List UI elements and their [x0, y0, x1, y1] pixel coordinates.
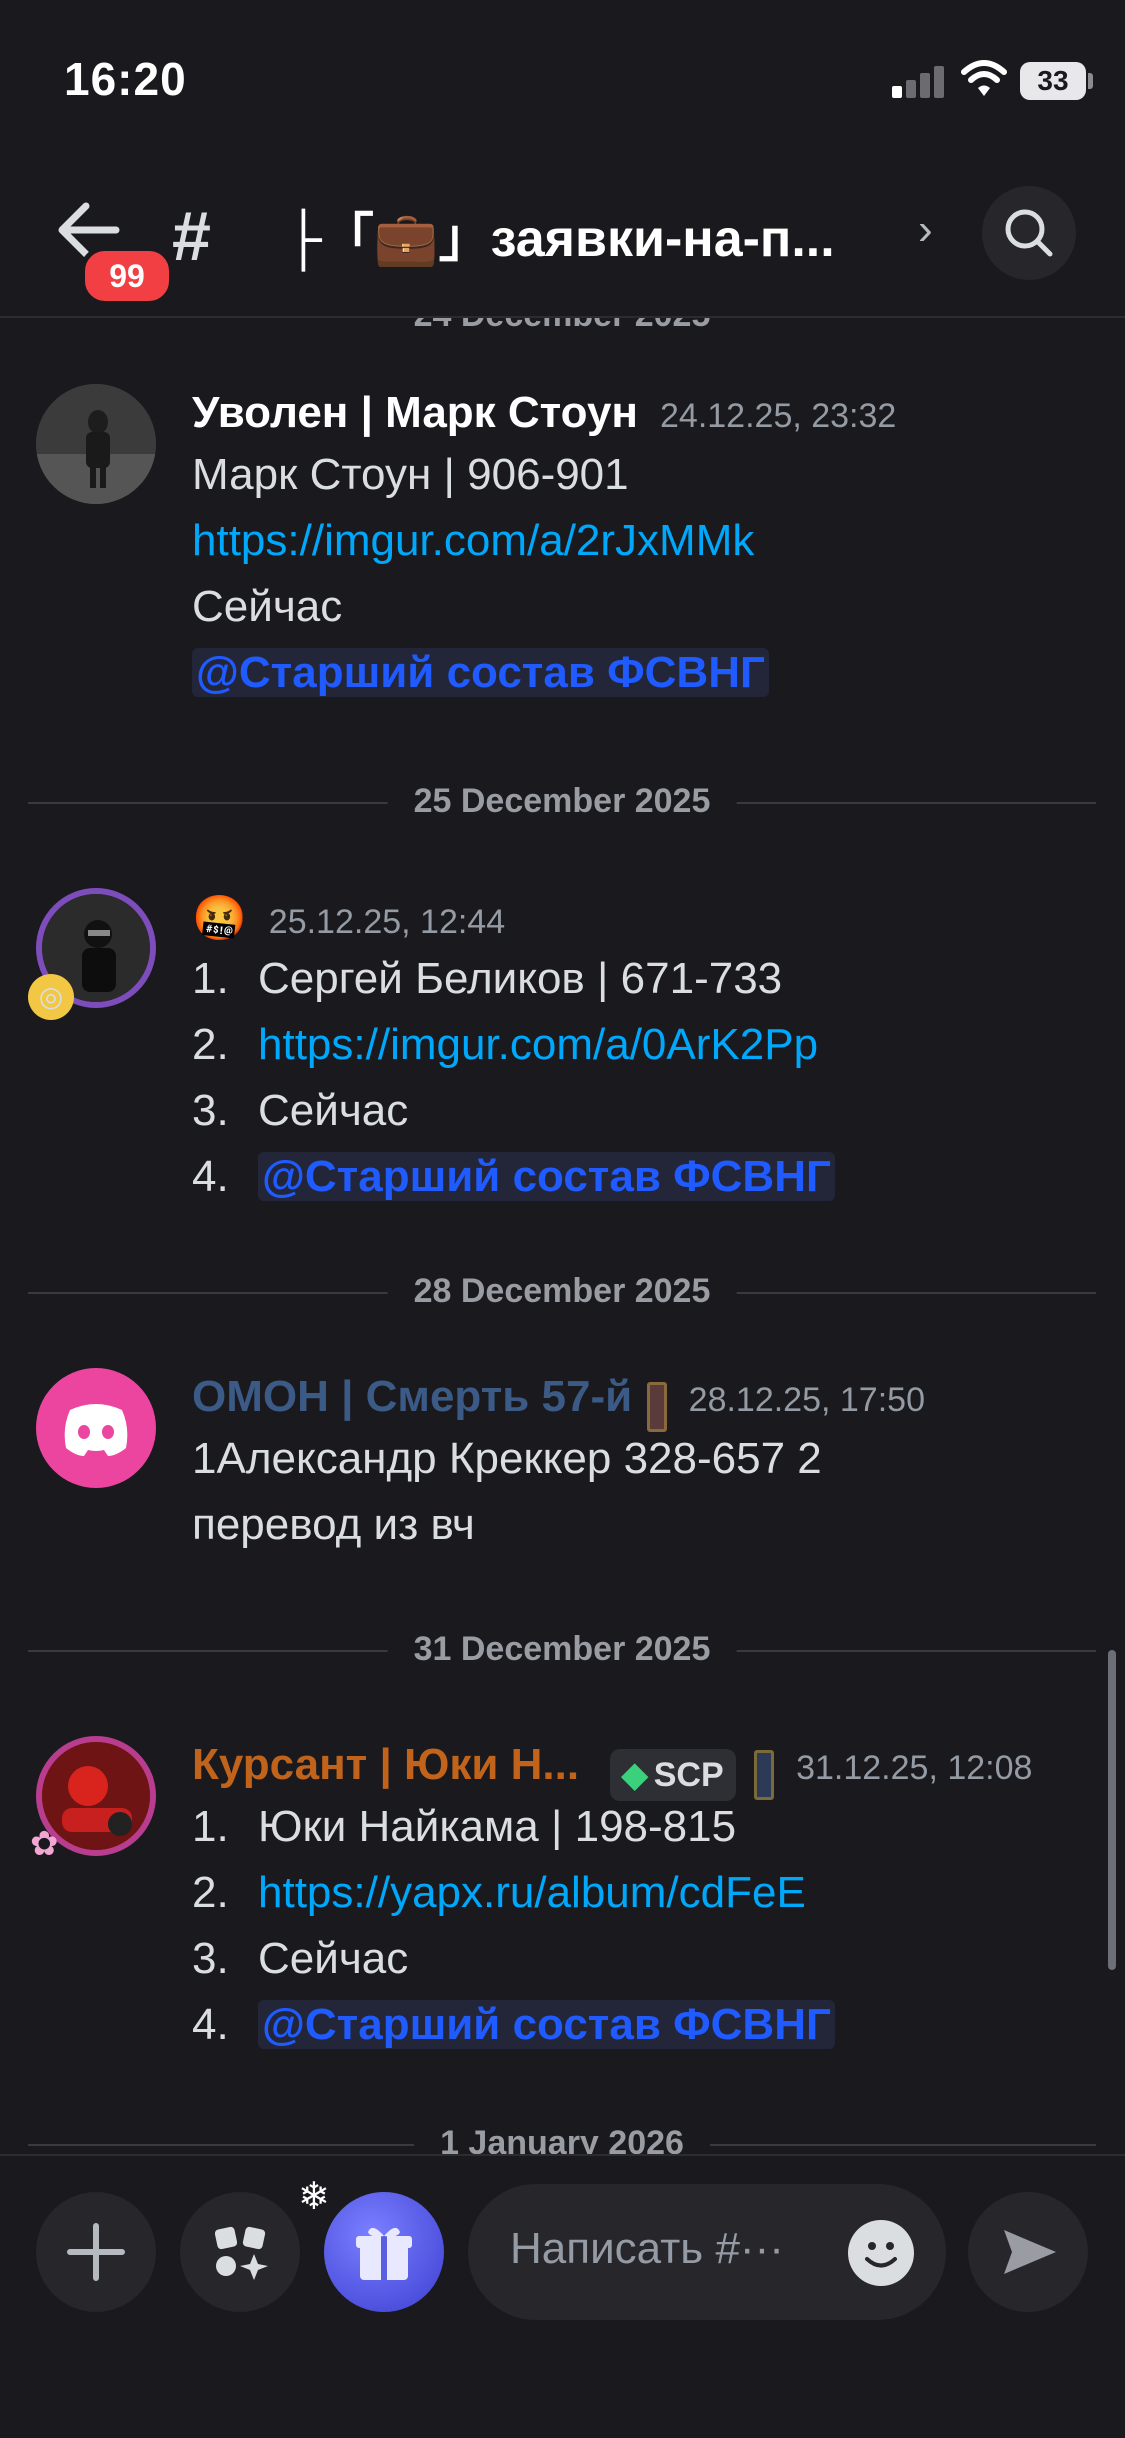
message-header: 🤬 25.12.25, 12:44 [192, 892, 505, 944]
message-mention-line: @Старший состав ФСВНГ [192, 648, 769, 698]
channel-title[interactable]: ├「💼」заявки-на-п... [285, 196, 835, 271]
gift-icon [356, 2227, 412, 2280]
role-mention[interactable]: @Старший состав ФСВНГ [192, 648, 769, 697]
role-mention[interactable]: @Старший состав ФСВНГ [258, 1152, 835, 1201]
signal-icon [892, 64, 948, 98]
rank-icon [646, 1381, 667, 1432]
composer-bar: ❄ Написать #··· [0, 2154, 1125, 2438]
message-header: ОМОН | Смерть 57-й 28.12.25, 17:50 [192, 1372, 925, 1432]
username[interactable]: 🤬 [192, 894, 247, 943]
avatar-decoration-icon: ✿ [30, 1825, 59, 1863]
list-item: 3. Сейчас [192, 1086, 409, 1135]
apps-icon [214, 2226, 268, 2280]
send-button[interactable] [968, 2192, 1088, 2312]
date-label: 1 January 2026 [414, 2124, 710, 2154]
list-item: 2. https://imgur.com/a/0ArK2Pp [192, 1020, 819, 1069]
discord-logo-icon [64, 1404, 128, 1456]
avatar-decoration-icon: ◎ [28, 974, 74, 1020]
date-label: 28 December 2025 [387, 1272, 737, 1311]
server-tag[interactable]: ◆ SCP [609, 1748, 736, 1801]
list-item: 1. Юки Найкама | 198-815 [192, 1802, 737, 1851]
message-text: Сейчас [192, 582, 343, 631]
send-icon [1004, 2230, 1056, 2274]
date-separator: 1 January 2026 [28, 2124, 1096, 2154]
message-link[interactable]: https://yapx.ru/album/cdFeE [258, 1868, 806, 1917]
message-header: Курсант | Юки Н... ◆ SCP 31.12.25, 12:08 [192, 1740, 1032, 1801]
date-separator: 28 December 2025 [28, 1272, 1096, 1312]
avatar-image [36, 384, 156, 504]
timestamp: 31.12.25, 12:08 [796, 1749, 1033, 1787]
message-input[interactable]: Написать #··· [468, 2184, 946, 2320]
battery-cap [1088, 73, 1093, 89]
message-list[interactable]: 24 December 2025 Уволен | Марк Стоун 24.1… [0, 318, 1125, 2154]
chevron-right-icon[interactable]: › [918, 205, 933, 255]
add-attachment-button[interactable] [36, 2192, 156, 2312]
gift-button[interactable] [324, 2192, 444, 2312]
status-time: 16:20 [64, 53, 187, 105]
message-link[interactable]: https://imgur.com/a/0ArK2Pp [258, 1020, 818, 1069]
message-link[interactable]: https://imgur.com/a/2rJxMMk [192, 516, 754, 566]
timestamp: 24.12.25, 23:32 [660, 397, 897, 435]
smiley-icon [865, 2242, 897, 2268]
rank-icon [754, 1749, 775, 1800]
role-mention[interactable]: @Старший состав ФСВНГ [258, 2000, 835, 2049]
list-item: 4. @Старший состав ФСВНГ [192, 1152, 835, 1202]
search-button[interactable] [982, 186, 1076, 280]
avatar[interactable] [36, 384, 156, 504]
scrollbar[interactable] [1108, 1650, 1116, 1970]
message-text: Марк Стоун | 906-901 [192, 450, 629, 499]
date-label: 24 December 2025 [387, 318, 737, 335]
avatar[interactable] [36, 1368, 156, 1488]
timestamp: 25.12.25, 12:44 [268, 903, 506, 941]
username[interactable]: Курсант | Юки Н... [192, 1740, 579, 1789]
message-text: 1Александр Креккер 328-657 2 [192, 1434, 822, 1483]
gem-icon: ◆ [621, 1755, 648, 1794]
battery-icon: 33 [1020, 62, 1086, 100]
username[interactable]: ОМОН | Смерть 57-й [192, 1372, 632, 1421]
list-item: 3. Сейчас [192, 1934, 409, 1983]
status-bar: 16:20 33 [0, 0, 1125, 150]
plus-icon [67, 2223, 125, 2281]
date-label: 25 December 2025 [387, 782, 737, 821]
list-item: 4. @Старший состав ФСВНГ [192, 2000, 835, 2050]
message-header: Уволен | Марк Стоун 24.12.25, 23:32 [192, 388, 896, 438]
emoji-button[interactable] [848, 2220, 914, 2286]
username[interactable]: Уволен | Марк Стоун [192, 388, 638, 437]
date-separator: 24 December 2025 [28, 318, 1096, 336]
hash-icon: # [172, 197, 211, 275]
timestamp: 28.12.25, 17:50 [688, 1381, 925, 1419]
date-separator: 31 December 2025 [28, 1630, 1096, 1670]
snowflake-icon: ❄ [298, 2176, 330, 2218]
list-item: 1. Сергей Беликов | 671-733 [192, 954, 783, 1003]
list-item: 2. https://yapx.ru/album/cdFeE [192, 1868, 806, 1917]
date-separator: 25 December 2025 [28, 782, 1096, 822]
unread-badge: 99 [80, 246, 174, 306]
message-text: перевод из вч [192, 1500, 475, 1549]
date-label: 31 December 2025 [387, 1630, 737, 1669]
wifi-icon [961, 60, 1007, 96]
apps-button[interactable] [180, 2192, 300, 2312]
search-icon [1005, 209, 1053, 257]
input-placeholder: Написать #··· [510, 2224, 784, 2273]
